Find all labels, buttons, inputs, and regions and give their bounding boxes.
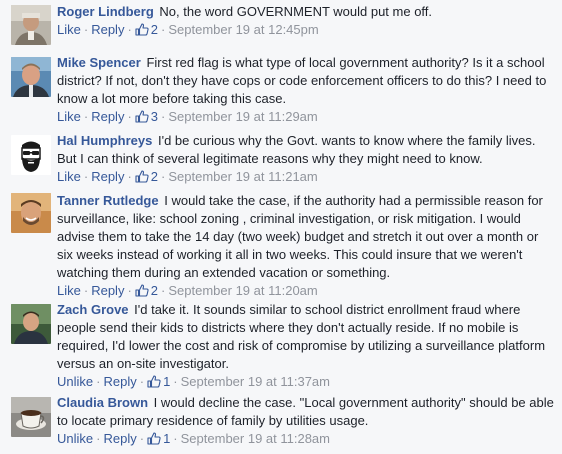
like-count-value: 2 — [150, 22, 159, 37]
reply-link[interactable]: Reply — [91, 109, 124, 124]
like-count[interactable]: 1 — [147, 374, 170, 389]
hal-avatar-icon — [11, 135, 51, 175]
comment-actions: Like · Reply · 2 · September 19 at 11:21am — [57, 169, 318, 184]
like-count[interactable]: 2 — [135, 22, 158, 37]
like-count[interactable]: 3 — [135, 109, 158, 124]
avatar[interactable] — [11, 193, 51, 233]
thumbs-up-icon — [135, 170, 149, 183]
comment-timestamp[interactable]: September 19 at 11:28am — [181, 431, 330, 446]
comment-timestamp[interactable]: September 19 at 11:29am — [168, 109, 317, 124]
like-link[interactable]: Like — [57, 283, 81, 298]
comment-actions: Unlike · Reply · 1 · September 19 at 11:37am — [57, 374, 330, 389]
comment-timestamp[interactable]: September 19 at 11:37am — [181, 374, 330, 389]
reply-link[interactable]: Reply — [103, 374, 136, 389]
avatar[interactable] — [11, 135, 51, 175]
comment-body: Zach Grove I'd take it. It sounds simila… — [57, 301, 557, 391]
unlike-link[interactable]: Unlike — [57, 374, 93, 389]
like-link[interactable]: Like — [57, 109, 81, 124]
comment-thread: Roger Lindberg No, the word GOVERNMENT w… — [0, 0, 562, 454]
like-count-value: 2 — [150, 169, 159, 184]
zach-avatar-icon — [11, 304, 51, 344]
comment-author[interactable]: Tanner Rutledge — [57, 193, 159, 208]
reply-link[interactable]: Reply — [91, 169, 124, 184]
comment-author[interactable]: Hal Humphreys — [57, 133, 152, 148]
unlike-link[interactable]: Unlike — [57, 431, 93, 446]
comment-actions: Like · Reply · 2 · September 19 at 12:45pm — [57, 22, 319, 37]
avatar[interactable] — [11, 304, 51, 344]
like-link[interactable]: Like — [57, 22, 81, 37]
thumbs-up-icon — [135, 110, 149, 123]
thumbs-up-icon — [147, 432, 161, 445]
comment-body: Mike Spencer First red flag is what type… — [57, 54, 557, 126]
comment-author[interactable]: Roger Lindberg — [57, 4, 154, 19]
like-count-value: 3 — [150, 109, 159, 124]
avatar[interactable] — [11, 57, 51, 97]
claudia-avatar-icon — [11, 397, 51, 437]
comment-body: Tanner Rutledge I would take the case, i… — [57, 192, 557, 300]
like-count-value: 2 — [150, 283, 159, 298]
thumbs-up-icon — [147, 375, 161, 388]
like-link[interactable]: Like — [57, 169, 81, 184]
comment-body: Claudia Brown I would decline the case. … — [57, 394, 557, 448]
mike-avatar-icon — [11, 57, 51, 97]
like-count[interactable]: 2 — [135, 169, 158, 184]
reply-link[interactable]: Reply — [103, 431, 136, 446]
tanner-avatar-icon — [11, 193, 51, 233]
comment-text: I'd take it. It sounds similar to school… — [57, 302, 546, 371]
avatar[interactable] — [11, 5, 51, 45]
roger-avatar-icon — [11, 5, 51, 45]
avatar[interactable] — [11, 397, 51, 437]
like-count[interactable]: 2 — [135, 283, 158, 298]
comment-author[interactable]: Mike Spencer — [57, 55, 141, 70]
like-count[interactable]: 1 — [147, 431, 170, 446]
reply-link[interactable]: Reply — [91, 22, 124, 37]
comment-timestamp[interactable]: September 19 at 11:21am — [168, 169, 317, 184]
comment-text: No, the word GOVERNMENT would put me off… — [159, 4, 433, 19]
comment-actions: Like · Reply · 3 · September 19 at 11:29am — [57, 109, 318, 124]
comment-timestamp[interactable]: September 19 at 11:20am — [168, 283, 317, 298]
comment-actions: Unlike · Reply · 1 · September 19 at 11:28am — [57, 431, 330, 446]
thumbs-up-icon — [135, 23, 149, 36]
comment-timestamp[interactable]: September 19 at 12:45pm — [168, 22, 318, 37]
comment-actions: Like · Reply · 2 · September 19 at 11:20am — [57, 283, 318, 298]
thumbs-up-icon — [135, 284, 149, 297]
comment-body: Roger Lindberg No, the word GOVERNMENT w… — [57, 3, 557, 39]
reply-link[interactable]: Reply — [91, 283, 124, 298]
comment-author[interactable]: Claudia Brown — [57, 395, 148, 410]
comment-author[interactable]: Zach Grove — [57, 302, 129, 317]
comment-body: Hal Humphreys I'd be curious why the Gov… — [57, 132, 557, 186]
